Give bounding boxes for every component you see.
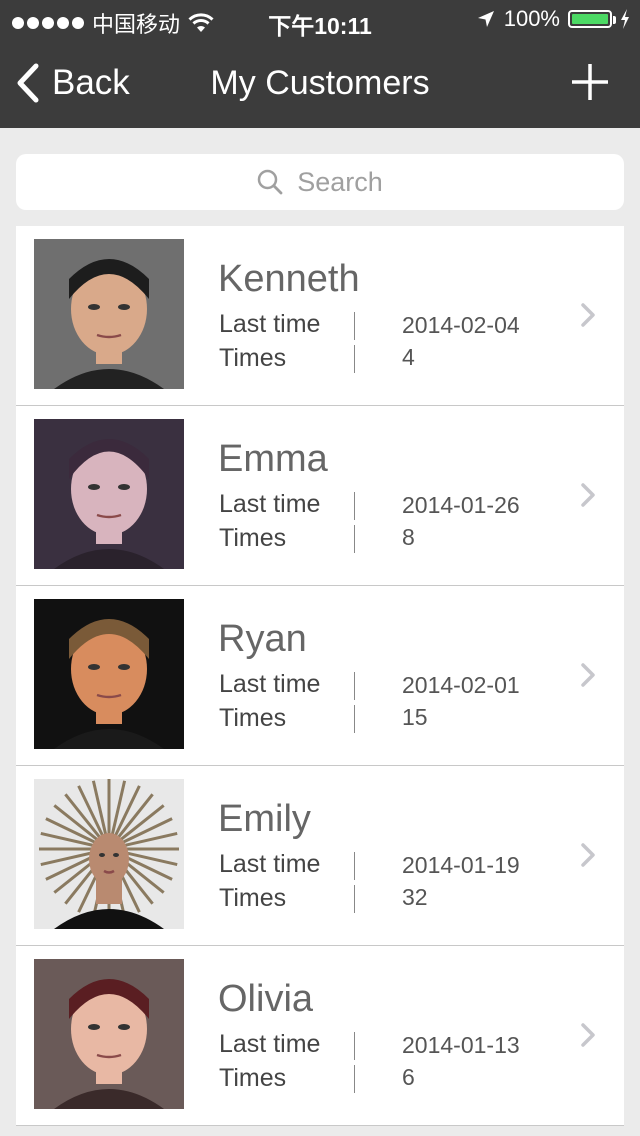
customer-name: Ryan (218, 618, 307, 660)
navigation-bar: Back My Customers (0, 40, 640, 128)
times-value: 8 (402, 524, 415, 550)
divider (354, 525, 355, 553)
chevron-right-icon (581, 663, 595, 687)
times-value: 15 (402, 704, 428, 730)
battery-percent: 100% (503, 6, 560, 31)
battery-icon (568, 10, 616, 28)
customer-name: Emma (218, 438, 328, 480)
search-icon (257, 169, 283, 195)
chevron-right-icon (581, 483, 595, 507)
divider (354, 345, 355, 373)
divider (354, 672, 355, 700)
avatar (34, 779, 184, 929)
plus-icon[interactable] (570, 62, 610, 102)
divider (354, 312, 355, 340)
last-time-label: Last time (219, 1030, 321, 1058)
divider (354, 885, 355, 913)
customer-row[interactable]: Emma Last time 2014-01-26 Times 8 (16, 406, 624, 586)
charging-bolt-icon (621, 9, 629, 29)
search-placeholder: Search (297, 166, 383, 197)
avatar (34, 959, 184, 1109)
last-time-value: 2014-01-19 (402, 852, 520, 878)
search-input[interactable]: Search (16, 154, 624, 210)
times-label: Times (219, 344, 287, 372)
last-time-value: 2014-01-13 (402, 1032, 520, 1058)
customer-name: Emily (218, 798, 311, 840)
page-title: My Customers (210, 64, 430, 102)
last-time-label: Last time (219, 670, 321, 698)
times-label: Times (219, 884, 287, 912)
divider (354, 852, 355, 880)
divider (354, 492, 355, 520)
customer-list: Kenneth Last time 2014-02-04 Times 4 Emm… (16, 226, 624, 1126)
status-right: 100% (476, 6, 630, 32)
avatar (34, 419, 184, 569)
last-time-value: 2014-01-26 (402, 492, 520, 518)
last-time-label: Last time (219, 850, 321, 878)
customer-row[interactable]: Kenneth Last time 2014-02-04 Times 4 (16, 226, 624, 406)
customer-row[interactable]: Emily Last time 2014-01-19 Times 32 (16, 766, 624, 946)
times-label: Times (219, 704, 287, 732)
app-header: 中国移动 下午10:11 100% Back My Customers (0, 0, 640, 128)
chevron-right-icon (581, 1023, 595, 1047)
times-value: 6 (402, 1064, 415, 1090)
avatar (34, 599, 184, 749)
avatar (34, 239, 184, 389)
chevron-right-icon (581, 303, 595, 327)
times-value: 32 (402, 884, 428, 910)
divider (354, 1065, 355, 1093)
status-bar: 中国移动 下午10:11 100% (0, 0, 640, 40)
last-time-label: Last time (219, 490, 321, 518)
customer-row[interactable]: Olivia Last time 2014-01-13 Times 6 (16, 946, 624, 1126)
customer-name: Kenneth (218, 258, 360, 300)
last-time-label: Last time (219, 310, 321, 338)
customer-row[interactable]: Ryan Last time 2014-02-01 Times 15 (16, 586, 624, 766)
chevron-right-icon (581, 843, 595, 867)
last-time-value: 2014-02-01 (402, 672, 520, 698)
divider (354, 1032, 355, 1060)
times-label: Times (219, 524, 287, 552)
divider (354, 705, 355, 733)
times-value: 4 (402, 344, 415, 370)
customer-name: Olivia (218, 978, 314, 1020)
location-arrow-icon (477, 11, 494, 27)
battery-level (572, 14, 608, 24)
times-label: Times (219, 1064, 287, 1092)
last-time-value: 2014-02-04 (402, 312, 520, 338)
